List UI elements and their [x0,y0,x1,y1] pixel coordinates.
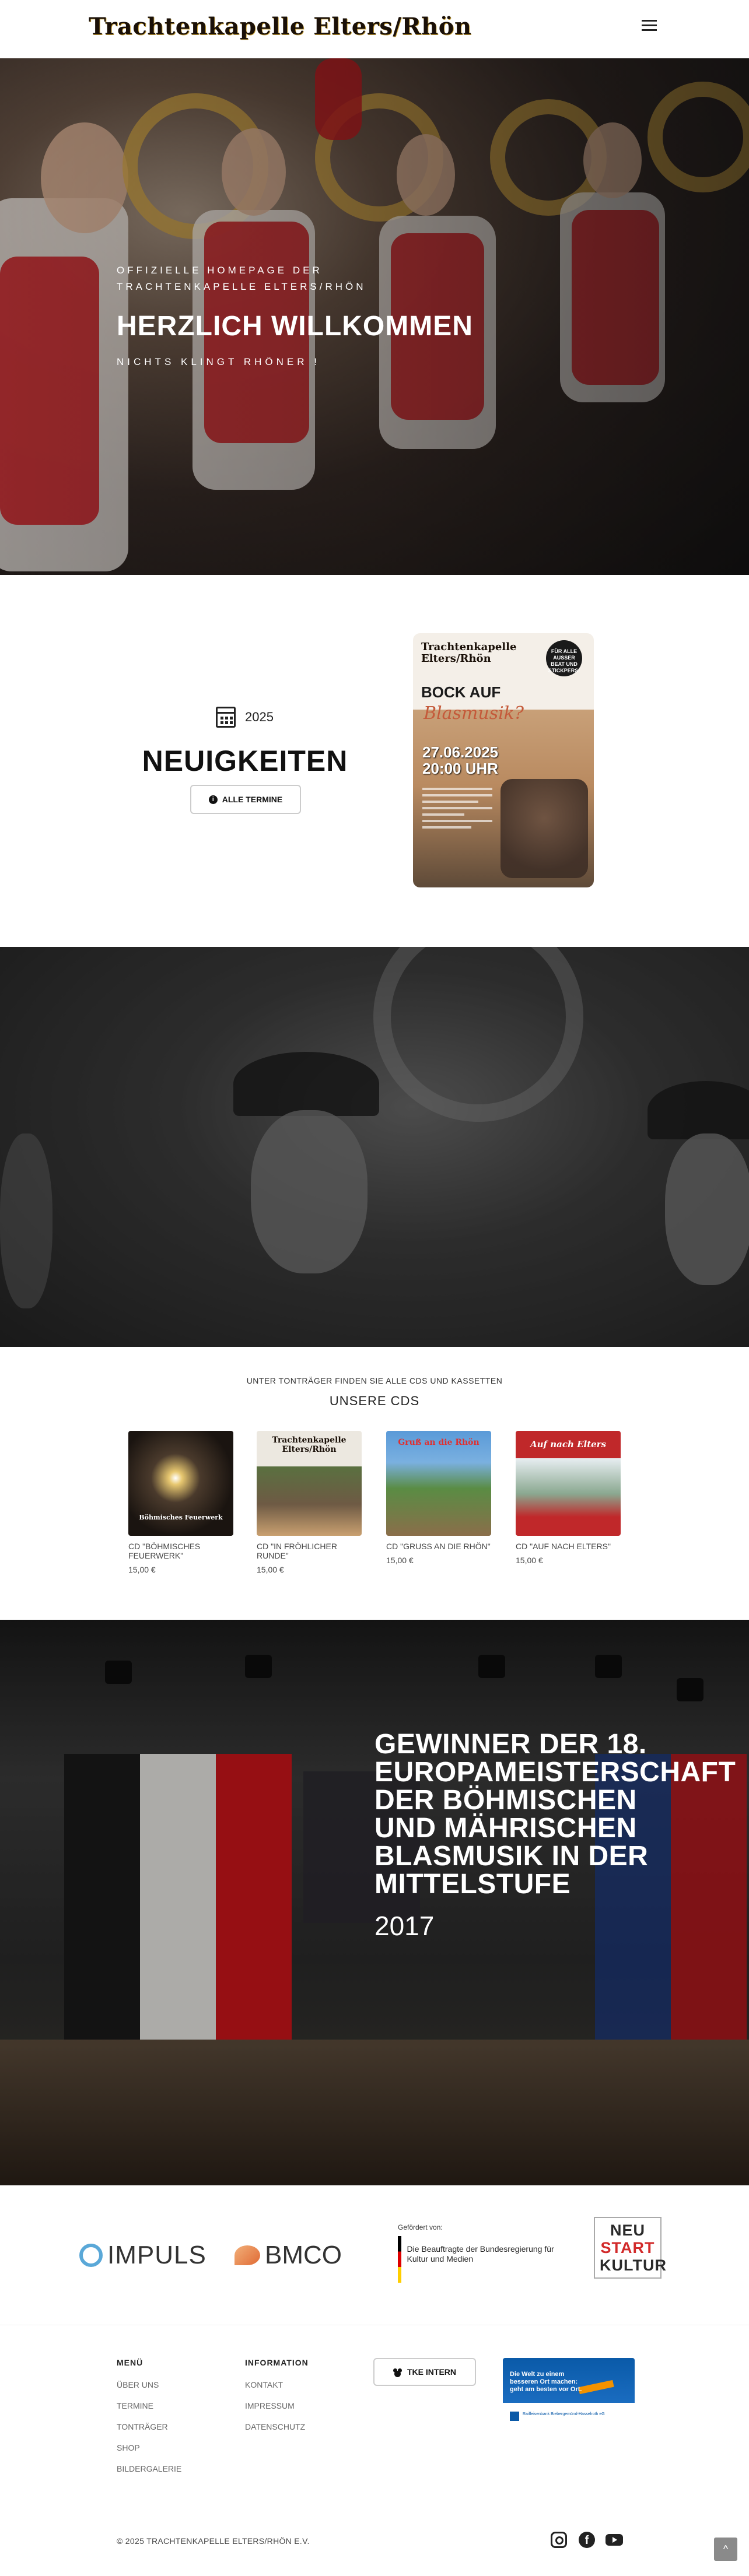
cd-cover[interactable]: Gruß an die Rhön [386,1431,491,1536]
scroll-to-top-button[interactable]: ^ [714,2538,737,2561]
hero-kicker-line1: Offizielle Homepage der [117,265,323,276]
impuls-ring-icon [79,2244,103,2267]
news-year: 2025 [245,710,274,724]
facebook-icon[interactable]: f [579,2532,595,2548]
footer-info-head: INFORMATION [245,2358,309,2367]
cd-item[interactable]: Trachtenkapelle Elters/Rhön CD "In fröhl… [257,1431,362,1574]
bkm-logo[interactable]: Gefördert von: Die Beauftragte der Bunde… [398,2223,555,2283]
footer-menu-head: MENÜ [117,2358,144,2367]
winner-section: Gewinner der 18. Europameisterschaft der… [0,1620,749,2185]
cd-item[interactable]: Auf nach Elters CD "Auf nach Elters" 15,… [516,1431,621,1565]
footer-link-datenschutz[interactable]: Datenschutz [245,2422,309,2431]
hero-kicker-line2: Trachtenkapelle Elters/Rhön [117,281,366,292]
winner-title: Gewinner der 18. Europameisterschaft der… [374,1729,736,1900]
footer-info: INFORMATION Kontakt Impressum Datenschut… [245,2358,309,2443]
news-title: NEUIGKEITEN [142,745,348,777]
bank-logo-icon [510,2412,519,2421]
hero-section: Offizielle Homepage der Trachtenkapelle … [0,58,749,575]
site-logo[interactable]: Trachtenkapelle Elters/Rhön [89,13,472,40]
cd-name[interactable]: CD "Auf nach Elters" [516,1542,621,1551]
event-poster[interactable]: Trachtenkapelle Elters/Rhön FÜR ALLE AUSS… [413,633,594,887]
site-footer: MENÜ Über uns Termine Tonträger Shop Bil… [0,2325,749,2576]
german-flag-icon [398,2236,401,2283]
all-events-label: ALLE TERMINE [222,795,283,804]
bkm-text: Die Beauftragte der Bundesregierung für … [407,2244,554,2263]
cd-price: 15,00 € [386,1556,414,1565]
cd-name[interactable]: CD "Gruß an die Rhön" [386,1542,491,1551]
cd-cover[interactable]: Trachtenkapelle Elters/Rhön [257,1431,362,1536]
bank-ad-banner[interactable]: Die Welt zu einem besseren Ort machen: g… [503,2358,635,2433]
neustart-kultur-logo[interactable]: NEU START KULTUR [594,2217,666,2279]
footer-link-termine[interactable]: Termine [117,2401,181,2410]
news-section: 2025 NEUIGKEITEN i ALLE TERMINE Trachten… [0,575,749,947]
cd-item[interactable]: Gruß an die Rhön CD "Gruß an die Rhön" 1… [386,1431,491,1565]
cd-price: 15,00 € [516,1556,543,1565]
cds-title: UNSERE CDS [329,1394,420,1408]
copyright: © 2025 Trachtenkapelle Elters/Rhön e.V. [117,2536,310,2546]
poster-script: Blasmusik? [424,703,524,724]
poster-logo: Trachtenkapelle Elters/Rhön [421,641,517,665]
poster-date: 27.06.2025 20:00 UHR [422,743,499,777]
cd-price: 15,00 € [128,1565,156,1574]
users-icon [393,2368,402,2375]
cd-cover[interactable]: Böhmisches Feuerwerk [128,1431,233,1536]
calendar-icon [216,707,236,728]
news-year-row: 2025 [216,707,274,728]
cd-name[interactable]: CD "In fröhlicher Runde" [257,1542,362,1560]
cd-item[interactable]: Böhmisches Feuerwerk CD "Böhmisches Feue… [128,1431,233,1574]
cds-section: UNTER TONTRÄGER FINDEN SIE ALLE CDS UND … [0,1347,749,1620]
hamburger-menu-icon[interactable] [642,20,657,34]
footer-link-shop[interactable]: Shop [117,2443,181,2452]
cds-kicker: UNTER TONTRÄGER FINDEN SIE ALLE CDS UND … [246,1376,503,1385]
footer-link-kontakt[interactable]: Kontakt [245,2380,309,2389]
tke-intern-label: TKE INTERN [407,2367,456,2377]
cd-price: 15,00 € [257,1565,284,1574]
poster-badge: FÜR ALLE AUSSER BEAT UND STICKPERS! [546,640,582,676]
hero-title: HERZLICH WILLKOMMEN [117,311,473,342]
footer-link-bildergalerie[interactable]: Bildergalerie [117,2464,181,2473]
historic-photo-band [0,947,749,1347]
bkm-funded-by: Gefördert von: [398,2223,443,2231]
youtube-icon[interactable] [606,2534,623,2546]
impuls-logo[interactable]: IMPULS [79,2185,206,2325]
hero-subtitle: NICHTS KLINGT RHÖNER ! [117,356,320,367]
sponsors-section: IMPULS BMCO Gefördert von: Die Beauftrag… [0,2185,749,2325]
site-header: Trachtenkapelle Elters/Rhön [0,0,749,58]
bmco-logo[interactable]: BMCO [235,2185,342,2325]
info-icon: i [208,795,218,804]
footer-menu: MENÜ Über uns Termine Tonträger Shop Bil… [117,2358,181,2485]
cd-cover[interactable]: Auf nach Elters [516,1431,621,1536]
poster-headline: BOCK AUF [421,683,501,701]
footer-link-tontraeger[interactable]: Tonträger [117,2422,181,2431]
bank-ad-text: Die Welt zu einem besseren Ort machen: g… [510,2371,582,2393]
footer-link-impressum[interactable]: Impressum [245,2401,309,2410]
bank-name: Raiffeisenbank Biebergemünd-Hasselroth e… [523,2412,605,2416]
all-events-button[interactable]: i ALLE TERMINE [190,785,301,814]
footer-link-ueber-uns[interactable]: Über uns [117,2380,181,2389]
winner-year: 2017 [374,1911,435,1941]
tke-intern-button[interactable]: TKE INTERN [373,2358,476,2386]
bmco-mark-icon [235,2245,260,2265]
instagram-icon[interactable] [551,2532,567,2548]
cd-name[interactable]: CD "Böhmisches Feuerwerk" [128,1542,233,1560]
